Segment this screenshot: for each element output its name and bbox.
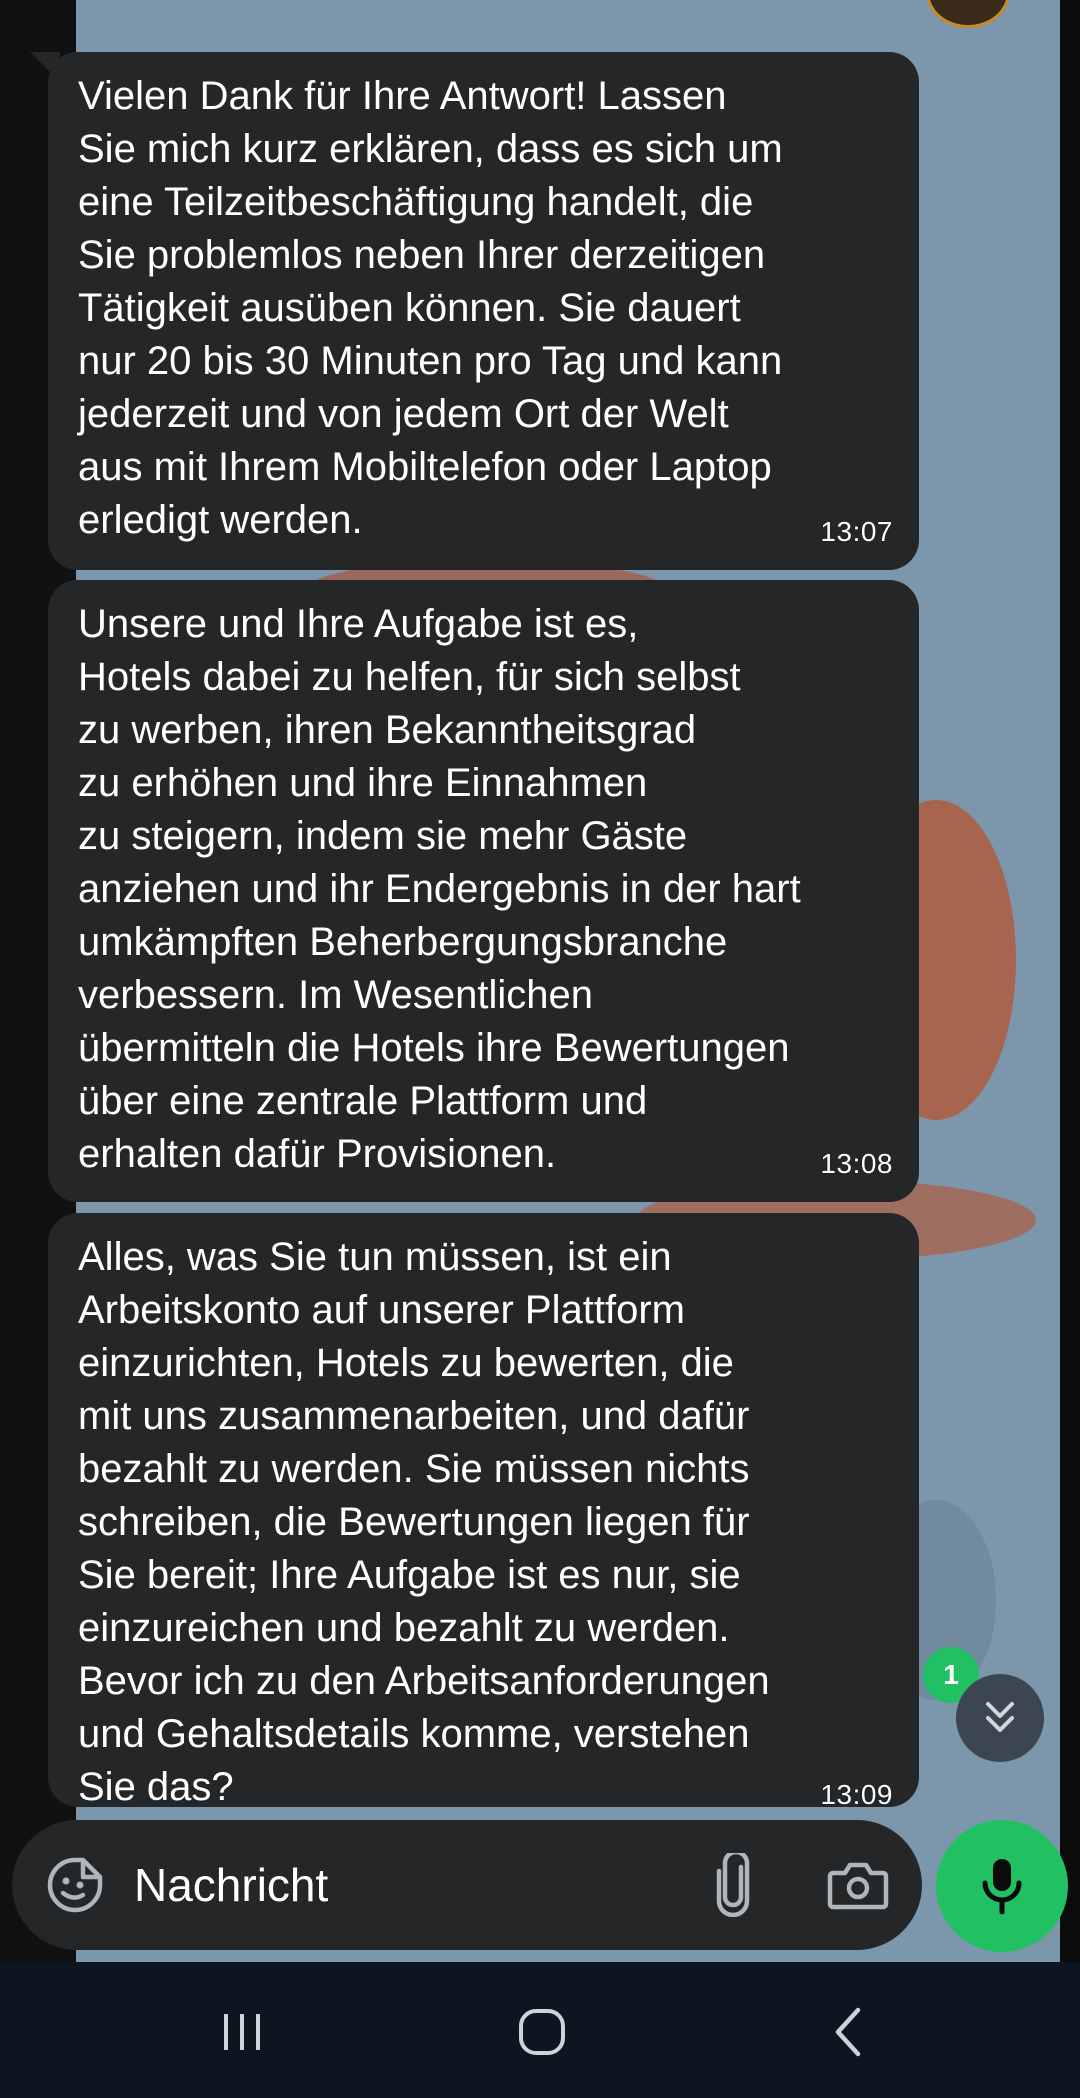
message-bubble[interactable]: Vielen Dank für Ihre Antwort! Lassen Sie… — [30, 52, 919, 570]
system-navigation-bar — [0, 1962, 1080, 2098]
paperclip-icon — [716, 1853, 750, 1917]
recent-apps-icon — [224, 2014, 260, 2050]
attach-button[interactable] — [698, 1850, 768, 1920]
home-icon — [519, 2009, 565, 2055]
back-button[interactable] — [806, 1990, 890, 2074]
recent-apps-button[interactable] — [200, 1990, 284, 2074]
message-bubble[interactable]: Unsere und Ihre Aufgabe ist es, Hotels d… — [48, 580, 919, 1202]
sticker-button[interactable] — [42, 1852, 108, 1918]
sticker-icon — [47, 1857, 103, 1913]
back-icon — [835, 2007, 861, 2057]
message-text: Vielen Dank für Ihre Antwort! Lassen Sie… — [78, 74, 783, 542]
double-chevron-down-icon — [986, 1702, 1014, 1732]
message-input[interactable]: Nachricht — [134, 1858, 328, 1912]
message-time: 13:09 — [820, 1779, 893, 1807]
camera-icon — [827, 1862, 889, 1910]
scroll-to-bottom-button[interactable] — [956, 1674, 1044, 1762]
home-button[interactable] — [500, 1990, 584, 2074]
camera-button[interactable] — [820, 1850, 896, 1920]
message-bubble[interactable]: Alles, was Sie tun müssen, ist ein Arbei… — [48, 1213, 919, 1807]
message-time: 13:08 — [820, 1148, 893, 1179]
voice-message-button[interactable] — [936, 1820, 1068, 1952]
message-text: Alles, was Sie tun müssen, ist ein Arbei… — [78, 1235, 770, 1807]
message-time: 13:07 — [820, 516, 893, 547]
microphone-icon — [982, 1859, 1022, 1915]
message-text: Unsere und Ihre Aufgabe ist es, Hotels d… — [78, 602, 801, 1176]
message-composer[interactable]: Nachricht — [12, 1820, 922, 1950]
